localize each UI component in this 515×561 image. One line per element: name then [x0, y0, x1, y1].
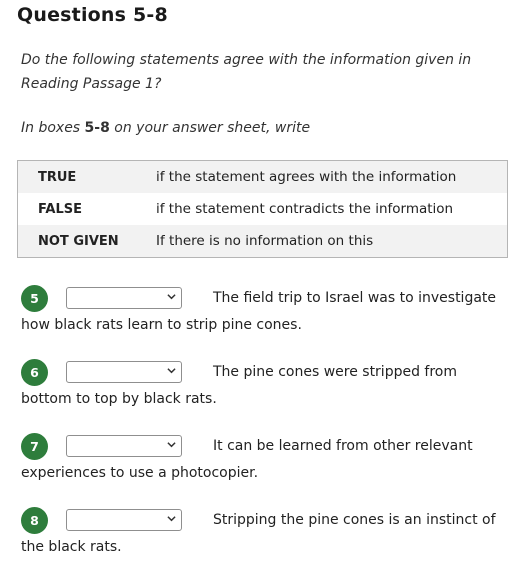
- question-text-line-1: Stripping the pine cones is an instinct …: [213, 512, 496, 528]
- question-text-line-1: The field trip to Israel was to investig…: [213, 290, 497, 306]
- chevron-down-icon: [167, 294, 176, 300]
- answer-select[interactable]: [66, 361, 182, 383]
- question-number-badge: 6: [21, 359, 48, 386]
- answer-suffix: on your answer sheet, write: [109, 120, 311, 136]
- question-text-line-2: experiences to use a photocopier.: [21, 465, 259, 481]
- instruction-line-2: Reading Passage 1?: [21, 76, 162, 92]
- question-number-badge: 8: [21, 507, 48, 534]
- answer-instruction: In boxes 5-8 on your answer sheet, write: [21, 116, 491, 140]
- answer-select[interactable]: [66, 509, 182, 531]
- question-text-line-2: how black rats learn to strip pine cones…: [21, 317, 302, 333]
- question-text-line-2: the black rats.: [21, 539, 122, 555]
- answer-key-row: NOT GIVEN If there is no information on …: [17, 225, 508, 258]
- answer-key-label: NOT GIVEN: [17, 225, 156, 258]
- answer-range: 5-8: [84, 120, 110, 136]
- answer-prefix: In boxes: [21, 120, 85, 136]
- answer-key-meaning: if the statement agrees with the informa…: [156, 160, 508, 193]
- answer-key-row: TRUE if the statement agrees with the in…: [17, 160, 508, 193]
- question-text-line-2: bottom to top by black rats.: [21, 391, 217, 407]
- answer-key-meaning: If there is no information on this: [156, 225, 508, 258]
- answer-key-meaning: if the statement contradicts the informa…: [156, 201, 454, 217]
- question-6: 6 The pine cones were stripped from bott…: [21, 357, 503, 407]
- question-text-line-1: The pine cones were stripped from: [213, 364, 458, 380]
- page-title: Questions 5-8: [17, 4, 168, 26]
- chevron-down-icon: [167, 442, 176, 448]
- question-number-badge: 7: [21, 433, 48, 460]
- question-8: 8 Stripping the pine cones is an instinc…: [21, 505, 503, 555]
- question-5: 5 The field trip to Israel was to invest…: [21, 283, 503, 333]
- answer-select[interactable]: [66, 287, 182, 309]
- instruction-text: Do the following statements agree with t…: [21, 48, 491, 96]
- question-text-line-1: It can be learned from other relevant: [213, 438, 473, 454]
- chevron-down-icon: [167, 516, 176, 522]
- chevron-down-icon: [167, 368, 176, 374]
- answer-select[interactable]: [66, 435, 182, 457]
- answer-key-label: TRUE: [17, 160, 156, 193]
- answer-key-label: FALSE: [38, 201, 82, 217]
- answer-key-table: TRUE if the statement agrees with the in…: [17, 160, 508, 258]
- question-number-badge: 5: [21, 285, 48, 312]
- answer-key-row: FALSE if the statement contradicts the i…: [18, 193, 508, 225]
- instruction-line-1: Do the following statements agree with t…: [21, 52, 472, 68]
- question-7: 7 It can be learned from other relevant …: [21, 431, 503, 481]
